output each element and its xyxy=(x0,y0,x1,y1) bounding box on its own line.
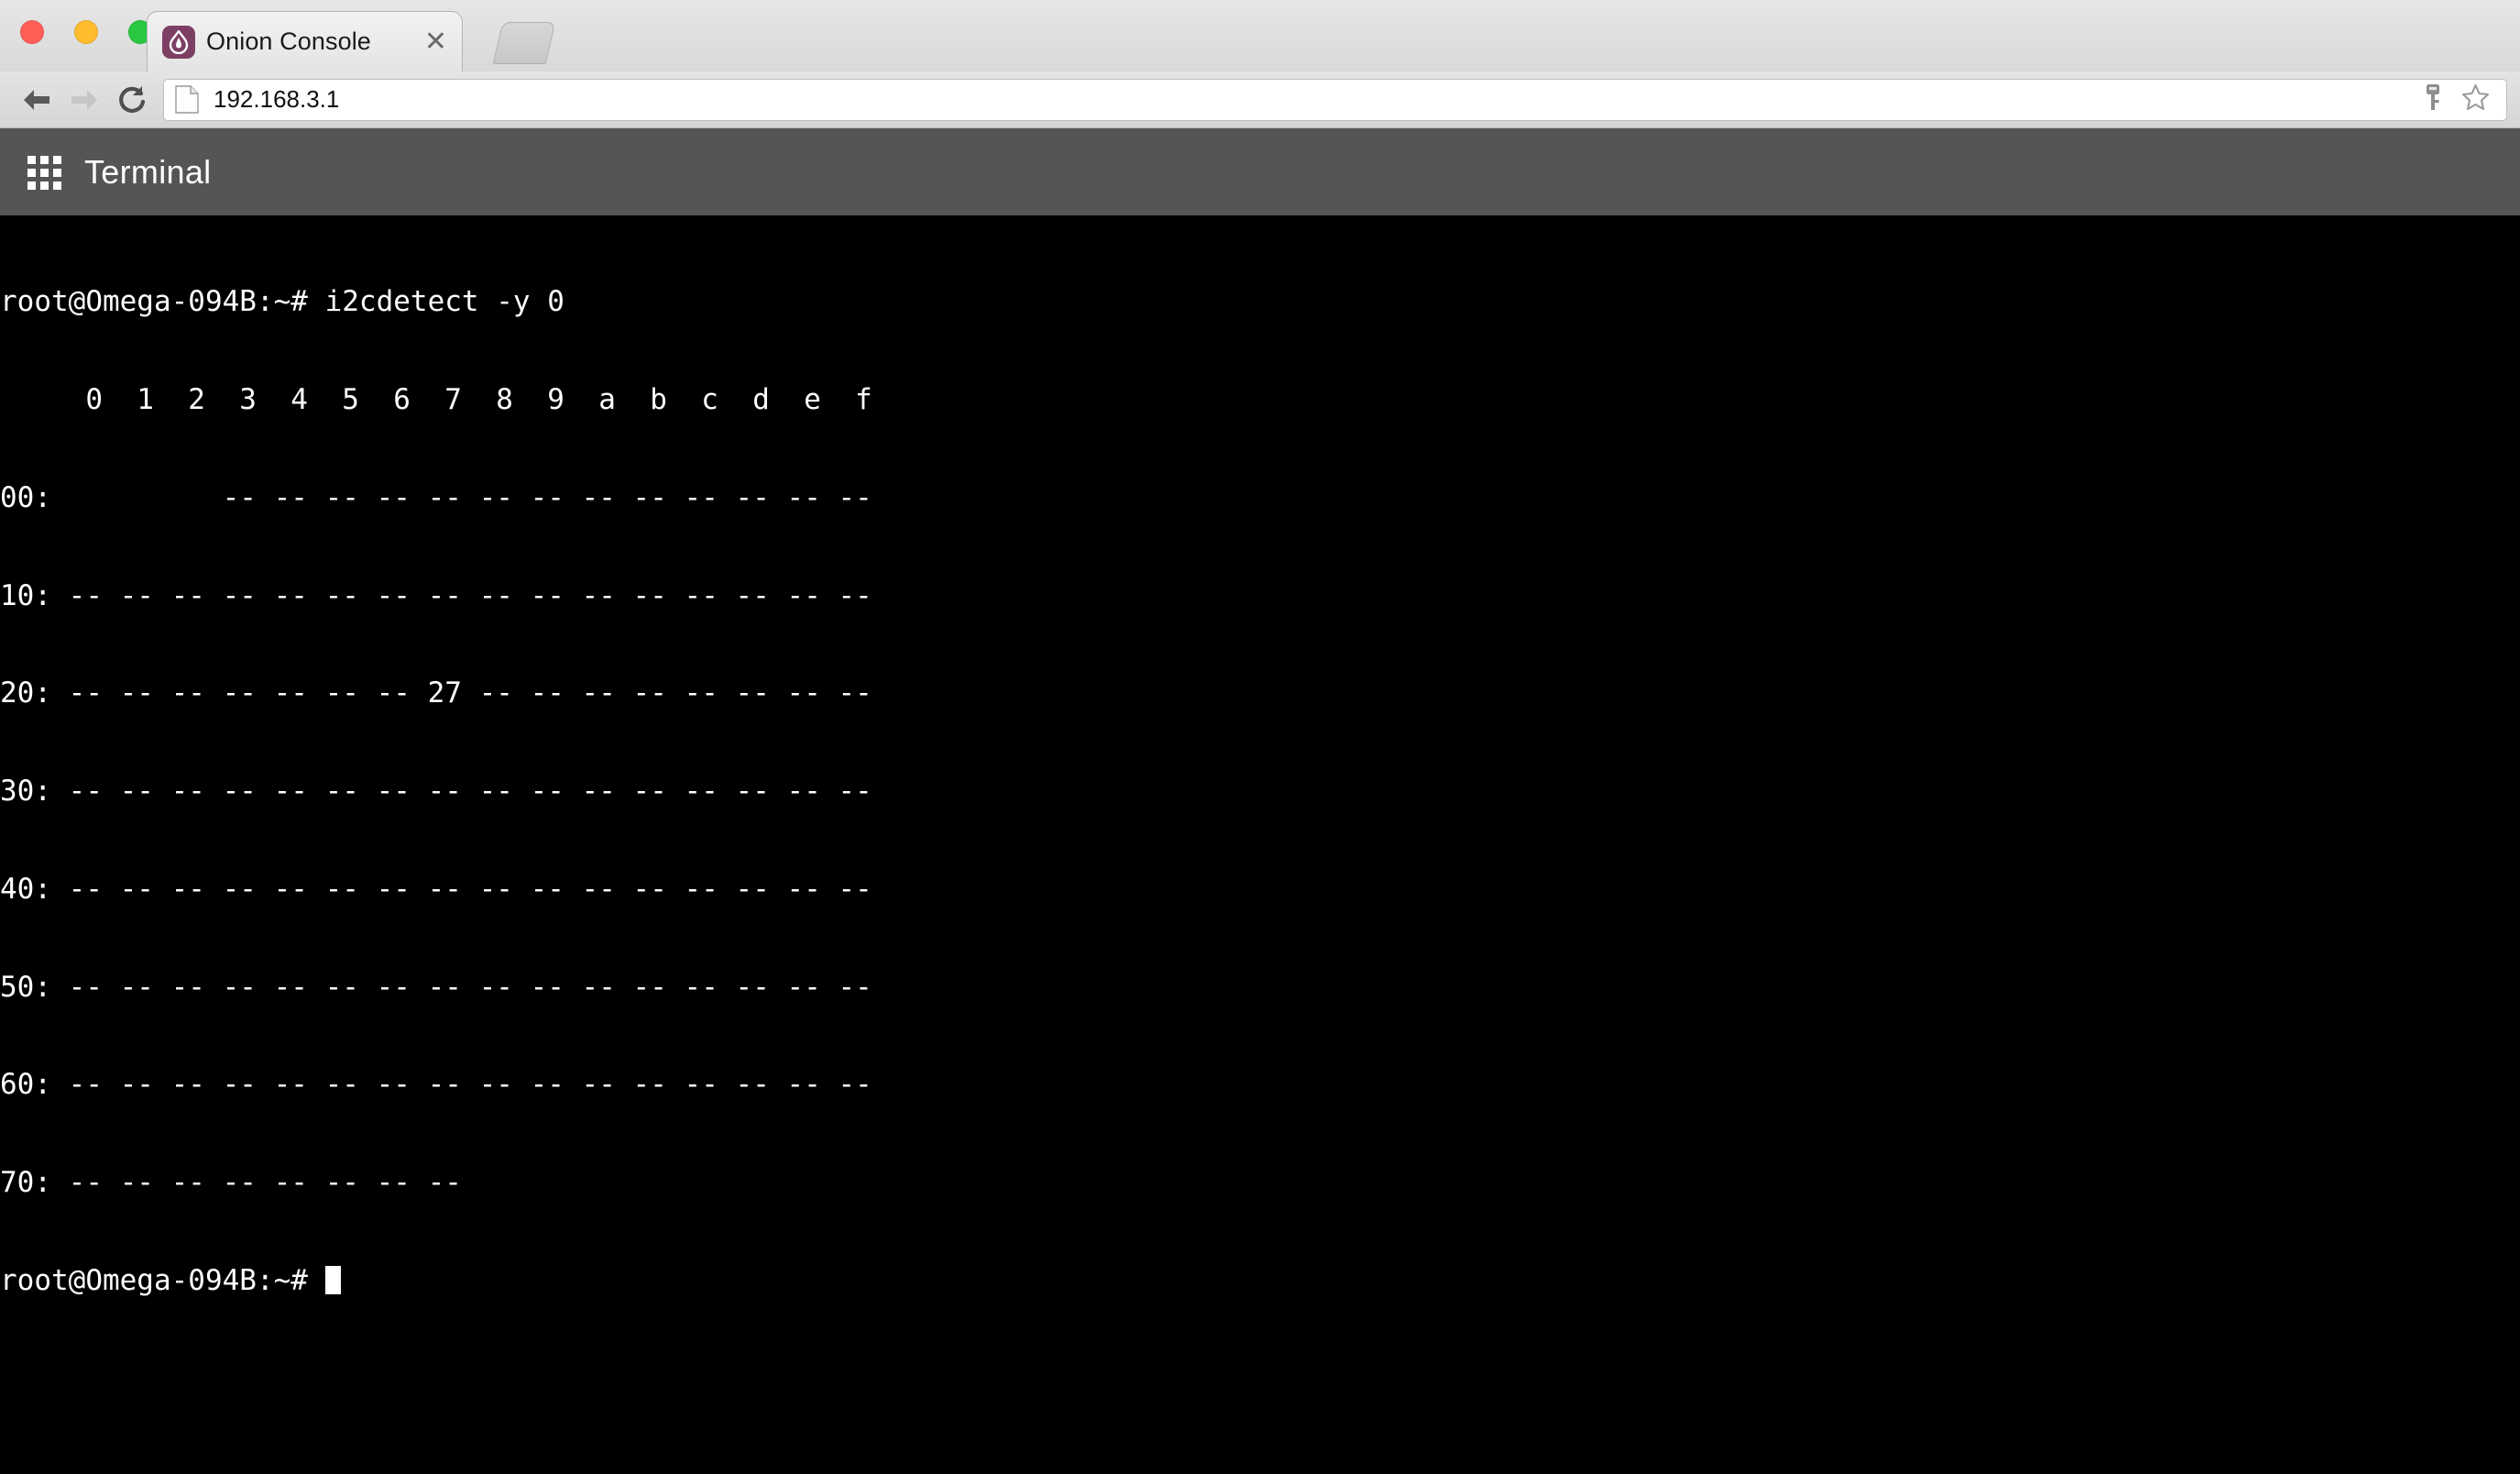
terminal-cursor xyxy=(324,1266,341,1294)
window-controls xyxy=(20,20,152,44)
tab-strip: Onion Console ✕ xyxy=(0,0,2520,72)
document-icon xyxy=(175,84,201,115)
minimize-window-button[interactable] xyxy=(74,20,98,44)
close-tab-button[interactable]: ✕ xyxy=(424,28,447,56)
close-window-button[interactable] xyxy=(20,20,44,44)
terminal-row-10: 10: -- -- -- -- -- -- -- -- -- -- -- -- … xyxy=(0,578,872,612)
password-key-icon[interactable] xyxy=(2421,83,2445,116)
app-grid-icon[interactable] xyxy=(27,155,61,190)
app-header: Terminal xyxy=(0,128,2520,215)
terminal-prompt: root@Omega-094B:~# xyxy=(0,1264,325,1297)
terminal-row-40: 40: -- -- -- -- -- -- -- -- -- -- -- -- … xyxy=(0,872,872,906)
browser-toolbar: 192.168.3.1 xyxy=(0,72,2520,128)
terminal-row-50: 50: -- -- -- -- -- -- -- -- -- -- -- -- … xyxy=(0,970,872,1004)
terminal-row-20: 20: -- -- -- -- -- -- -- 27 -- -- -- -- … xyxy=(0,676,872,710)
reload-icon[interactable] xyxy=(108,76,156,124)
new-tab-button[interactable] xyxy=(492,22,556,64)
terminal-prompt-line: root@Omega-094B:~# xyxy=(0,1264,2520,1298)
terminal-row-60: 60: -- -- -- -- -- -- -- -- -- -- -- -- … xyxy=(0,1068,872,1102)
tab-title: Onion Console xyxy=(206,28,371,55)
forward-arrow-icon xyxy=(60,76,108,124)
app-title: Terminal xyxy=(84,152,212,191)
terminal-row-00: 00: -- -- -- -- -- -- -- -- -- -- -- -- … xyxy=(0,480,872,514)
address-bar[interactable]: 192.168.3.1 xyxy=(163,78,2507,121)
browser-chrome: Onion Console ✕ 192.168.3.1 xyxy=(0,0,2520,128)
terminal-row-30: 30: -- -- -- -- -- -- -- -- -- -- -- -- … xyxy=(0,775,872,808)
terminal-console[interactable]: root@Omega-094B:~# i2cdetect -y 0 0 1 2 … xyxy=(0,215,2520,1474)
star-icon[interactable] xyxy=(2461,83,2490,116)
url-text[interactable]: 192.168.3.1 xyxy=(214,85,2421,114)
terminal-column-header: 0 1 2 3 4 5 6 7 8 9 a b c d e f xyxy=(0,382,872,416)
address-bar-actions xyxy=(2421,83,2495,116)
browser-tab[interactable]: Onion Console ✕ xyxy=(147,11,463,72)
onion-flame-icon xyxy=(162,25,195,59)
terminal-row-70: 70: -- -- -- -- -- -- -- -- xyxy=(0,1166,462,1200)
terminal-command-line: root@Omega-094B:~# i2cdetect -y 0 xyxy=(0,285,564,319)
back-arrow-icon[interactable] xyxy=(13,76,60,124)
